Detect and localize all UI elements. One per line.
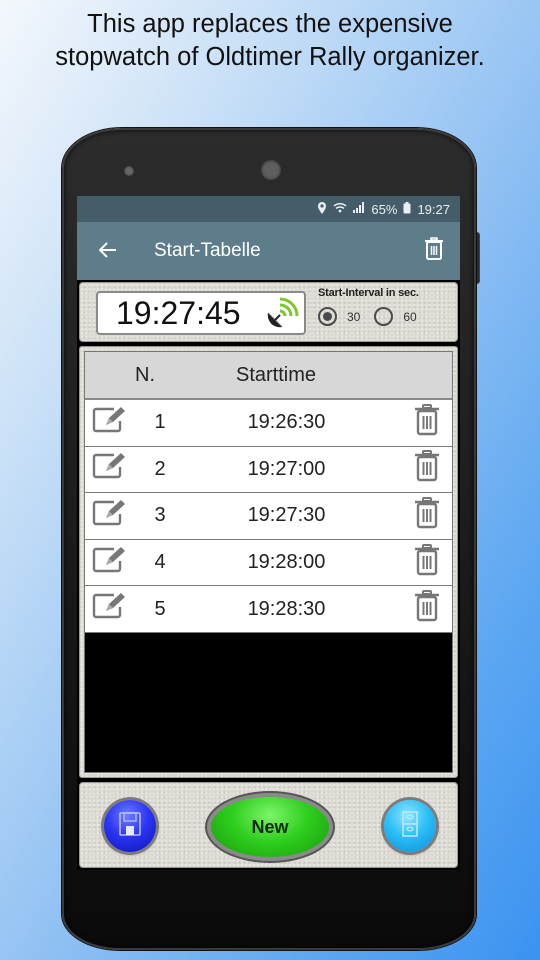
edit-row-button[interactable] bbox=[85, 406, 135, 440]
edit-icon bbox=[92, 592, 128, 626]
clock-panel: 19:27:45 Start-Interval in sec. 30 60 bbox=[79, 282, 458, 342]
arrow-left-icon bbox=[98, 238, 117, 263]
interval-label: Start-Interval in sec. bbox=[318, 287, 419, 299]
edit-row-button[interactable] bbox=[85, 452, 135, 486]
promo-line-2: stopwatch of Oldtimer Rally organizer. bbox=[55, 43, 485, 71]
signal-icon bbox=[353, 202, 365, 216]
trash-icon bbox=[414, 450, 440, 488]
new-button-label: New bbox=[251, 816, 289, 837]
floppy-disk-icon bbox=[119, 811, 141, 841]
edit-icon bbox=[92, 499, 128, 533]
edit-icon bbox=[92, 406, 128, 440]
edit-row-button[interactable] bbox=[85, 499, 135, 533]
table-row: 5 19:28:30 bbox=[85, 586, 452, 633]
wifi-icon bbox=[333, 202, 347, 216]
start-table: N. Starttime 1 19:26:30 2 19:27:00 3 19:27:30… bbox=[84, 351, 453, 773]
table-header: N. Starttime bbox=[85, 352, 452, 400]
row-number: 4 bbox=[154, 551, 166, 574]
radio-selected-icon bbox=[318, 307, 337, 326]
edit-row-button[interactable] bbox=[85, 592, 135, 626]
delete-row-button[interactable] bbox=[402, 590, 452, 628]
file-cabinet-icon bbox=[402, 810, 418, 842]
header-starttime: Starttime bbox=[235, 363, 317, 386]
table-row: 1 19:26:30 bbox=[85, 400, 452, 447]
status-time: 19:27 bbox=[417, 201, 450, 217]
app-bar: Start-Tabelle bbox=[77, 222, 460, 280]
row-number: 5 bbox=[154, 597, 166, 620]
edit-icon bbox=[92, 546, 128, 580]
trash-icon bbox=[414, 590, 440, 628]
battery-icon bbox=[403, 201, 411, 217]
promo-line-1: This app replaces the expensive bbox=[87, 10, 453, 38]
phone-camera bbox=[261, 160, 281, 180]
row-starttime: 19:26:30 bbox=[247, 411, 326, 434]
back-button[interactable] bbox=[77, 238, 139, 264]
trash-icon bbox=[414, 403, 440, 442]
table-row: 3 19:27:30 bbox=[85, 493, 452, 540]
row-starttime: 19:27:00 bbox=[247, 457, 326, 480]
edit-row-button[interactable] bbox=[85, 546, 135, 580]
start-table-panel: N. Starttime 1 19:26:30 2 19:27:00 3 19:27:30… bbox=[79, 346, 458, 778]
header-number: N. bbox=[135, 363, 155, 386]
row-number: 2 bbox=[154, 457, 166, 480]
page-title: Start-Tabelle bbox=[154, 240, 261, 261]
trash-icon bbox=[414, 543, 440, 582]
interval-option-label: 60 bbox=[403, 309, 417, 324]
phone-screen: 65% 19:27 Start-Tabelle 19:27:45 Start-I… bbox=[77, 196, 460, 870]
interval-option-60[interactable]: 60 bbox=[374, 307, 417, 326]
edit-icon bbox=[92, 452, 128, 486]
phone-sensor bbox=[124, 166, 134, 176]
clear-all-button[interactable] bbox=[408, 236, 460, 266]
delete-row-button[interactable] bbox=[402, 450, 452, 488]
table-row: 2 19:27:00 bbox=[85, 446, 452, 494]
archive-button[interactable] bbox=[384, 800, 436, 852]
status-bar: 65% 19:27 bbox=[77, 196, 460, 222]
interval-selector: Start-Interval in sec. 30 60 bbox=[318, 287, 453, 326]
delete-row-button[interactable] bbox=[402, 496, 452, 535]
table-row: 4 19:28:00 bbox=[85, 539, 452, 587]
delete-row-button[interactable] bbox=[402, 543, 452, 582]
interval-option-30[interactable]: 30 bbox=[318, 307, 360, 326]
bottom-toolbar: New bbox=[79, 782, 458, 868]
row-number: 1 bbox=[154, 411, 166, 434]
interval-option-label: 30 bbox=[347, 309, 361, 324]
satellite-dish-icon[interactable] bbox=[260, 293, 300, 333]
clock-display: 19:27:45 bbox=[96, 291, 306, 335]
battery-percent: 65% bbox=[371, 201, 398, 217]
current-time: 19:27:45 bbox=[116, 294, 241, 331]
save-button[interactable] bbox=[104, 800, 156, 852]
row-number: 3 bbox=[154, 504, 166, 527]
row-starttime: 19:28:00 bbox=[247, 551, 326, 574]
trash-icon bbox=[424, 236, 444, 266]
radio-unselected-icon bbox=[374, 307, 394, 326]
row-starttime: 19:27:30 bbox=[247, 504, 326, 527]
delete-row-button[interactable] bbox=[402, 403, 452, 442]
promo-caption: This app replaces the expensive stopwatc… bbox=[0, 8, 540, 74]
new-entry-button[interactable]: New bbox=[211, 797, 329, 857]
row-starttime: 19:28:30 bbox=[247, 597, 326, 620]
trash-icon bbox=[414, 496, 440, 535]
location-icon bbox=[317, 201, 327, 217]
